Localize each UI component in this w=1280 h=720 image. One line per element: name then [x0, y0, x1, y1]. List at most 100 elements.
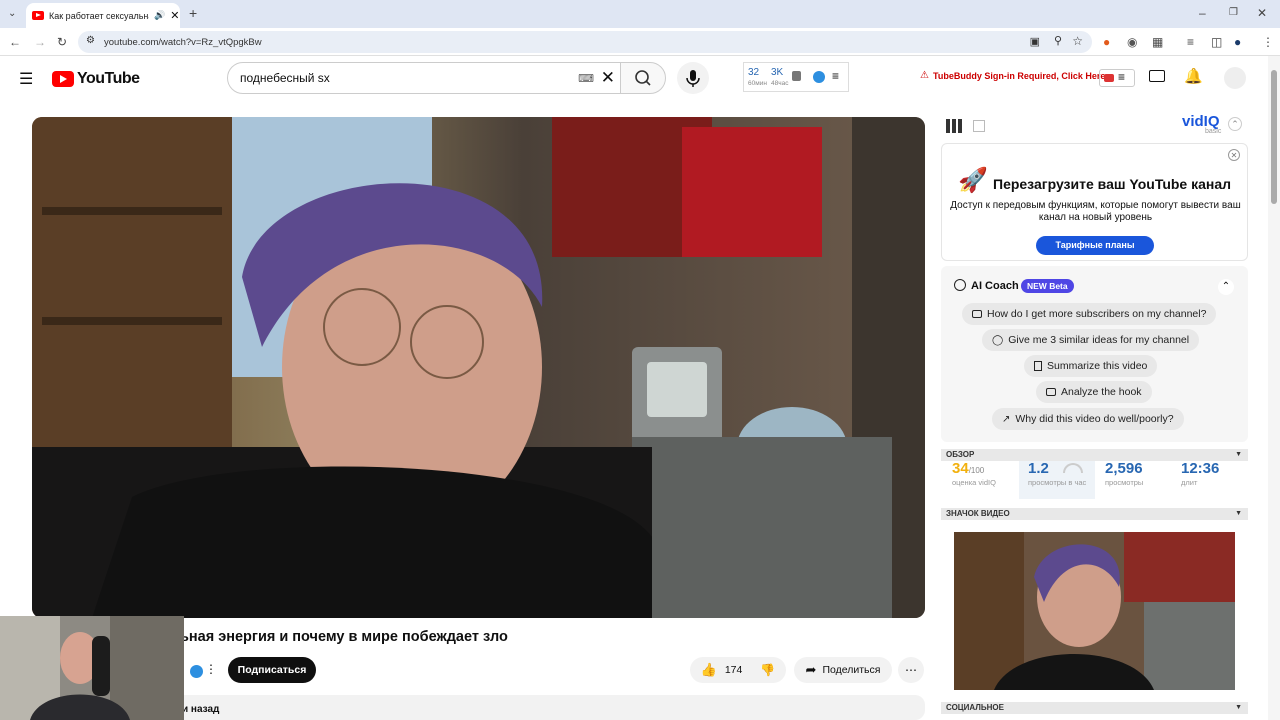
youtube-logo-text: YouTube — [77, 70, 140, 87]
extensions-puzzle-icon[interactable]: ▦ — [1152, 35, 1163, 49]
warning-icon: ⚠ — [920, 70, 929, 81]
social-section-header[interactable]: СОЦИАЛЬНОЕ ▼ — [941, 702, 1248, 714]
stats-chart-icon[interactable] — [792, 71, 801, 81]
tubebuddy-menu-button[interactable]: ≡ — [1099, 69, 1135, 87]
hamburger-menu-icon[interactable]: ☰ — [19, 69, 33, 89]
vidiq-round-icon[interactable] — [813, 71, 825, 83]
ai-question-performance[interactable]: ↗ Why did this video do well/poorly? — [992, 408, 1184, 430]
thumbnail-toggle-icon[interactable]: ▼ — [1235, 508, 1242, 520]
views-60m-value: 32 — [748, 67, 760, 78]
side-panel-icon[interactable]: ◫ — [1211, 35, 1222, 49]
window-restore-icon[interactable]: ❐ — [1229, 6, 1238, 20]
video-icon — [1046, 388, 1056, 396]
tab-title: Как работает сексуальная — [49, 10, 149, 21]
vidiq-chart-icon[interactable] — [973, 120, 985, 132]
window-minimize-icon[interactable]: – — [1199, 6, 1206, 20]
question-label: Summarize this video — [1047, 360, 1148, 372]
create-video-icon[interactable] — [1149, 70, 1165, 82]
thumbnail-header-label: ЗНАЧОК ВИДЕО — [946, 509, 1010, 518]
bookmark-star-icon[interactable]: ☆ — [1072, 34, 1083, 48]
new-tab-icon[interactable]: + — [189, 6, 197, 20]
more-actions-button[interactable]: ⋯ — [898, 657, 924, 683]
forward-arrow-icon[interactable]: → — [34, 35, 46, 49]
browser-tabbar: ⌄ Как работает сексуальная 🔊 ✕ + – ❐ ✕ — [0, 0, 1280, 28]
overview-toggle-icon[interactable]: ▼ — [1235, 449, 1242, 461]
views-label: просмотры — [1105, 478, 1144, 487]
lightbulb-icon: ◯ — [992, 334, 1004, 346]
media-controls-icon[interactable]: ≡ — [1187, 35, 1194, 49]
thumbnail-section-header[interactable]: ЗНАЧОК ВИДЕО ▼ — [941, 508, 1248, 520]
share-button[interactable]: ➦ Поделиться — [794, 657, 892, 683]
rocket-icon: 🚀 — [958, 167, 988, 194]
install-app-icon[interactable]: ▣ — [1030, 35, 1040, 48]
account-avatar[interactable] — [1224, 67, 1246, 89]
video-icon — [972, 310, 982, 318]
video-player[interactable] — [32, 117, 925, 618]
ai-coach-chat-icon — [954, 279, 966, 291]
search-button[interactable] — [620, 62, 666, 94]
notifications-bell-icon[interactable]: 🔔 — [1184, 67, 1203, 85]
extension-fire-icon[interactable]: ● — [1103, 35, 1110, 49]
vph-value: 1.2 — [1028, 460, 1049, 477]
site-info-icon[interactable]: ⚙ — [86, 35, 95, 46]
vidiq-score-value: 34 — [952, 460, 969, 477]
dislike-button[interactable]: 👎 — [760, 663, 775, 677]
youtube-favicon-icon — [32, 11, 44, 20]
keyboard-icon[interactable]: ⌨ — [578, 72, 594, 85]
question-label: Why did this video do well/poorly? — [1015, 413, 1174, 425]
browser-tab[interactable]: Как работает сексуальная 🔊 ✕ — [26, 3, 180, 28]
social-toggle-icon[interactable]: ▼ — [1235, 702, 1242, 714]
like-button[interactable]: 👍 174 — [701, 662, 743, 678]
ai-question-similar-ideas[interactable]: ◯ Give me 3 similar ideas for my channel — [982, 329, 1200, 351]
search-input[interactable]: поднебесный sx ⌨ ✕ — [227, 62, 621, 94]
channel-more-icon[interactable]: ⋮ — [205, 662, 217, 676]
vidiq-grid-icon[interactable] — [946, 119, 962, 133]
clear-search-icon[interactable]: ✕ — [601, 68, 615, 88]
chrome-menu-icon[interactable]: ⋮ — [1262, 35, 1274, 49]
webcam-frame — [0, 616, 184, 720]
address-bar[interactable]: ⚙ youtube.com/watch?v=Rz_vtQpgkBw ▣ ⚲ ☆ — [78, 31, 1092, 53]
tubebuddy-menu-icon: ≡ — [1118, 70, 1126, 84]
scrollbar-thumb[interactable] — [1271, 70, 1277, 204]
views-48h-label: 48час — [771, 80, 789, 87]
speaker-icon[interactable]: 🔊 — [154, 10, 165, 21]
overview-header-label: ОБЗОР — [946, 450, 975, 459]
channel-verified-icon — [190, 665, 203, 678]
share-arrow-icon: ➦ — [805, 662, 817, 677]
question-label: Analyze the hook — [1061, 386, 1142, 398]
subscribe-button[interactable]: Подписаться — [228, 657, 316, 683]
ai-question-summarize[interactable]: Summarize this video — [1024, 355, 1158, 377]
extension-globe-icon[interactable]: ◉ — [1127, 35, 1137, 49]
back-arrow-icon[interactable]: ← — [9, 35, 21, 49]
views-value: 2,596 — [1105, 460, 1143, 477]
ai-question-hook[interactable]: Analyze the hook — [1036, 381, 1152, 403]
vidiq-score-label: оценка vidIQ — [952, 478, 996, 487]
youtube-play-logo-icon — [52, 71, 74, 87]
tubebuddy-signin-link[interactable]: TubeBuddy Sign-in Required, Click Here — [933, 71, 1105, 81]
voice-search-button[interactable] — [677, 62, 709, 94]
vidiq-promo-card: ✕ 🚀 Перезагрузите ваш YouTube канал Дост… — [941, 143, 1248, 261]
url-text: youtube.com/watch?v=Rz_vtQpgkBw — [104, 36, 262, 48]
document-icon — [1034, 361, 1042, 371]
search-icon — [635, 70, 651, 86]
collapse-panel-icon[interactable]: ⌃ — [1228, 117, 1242, 131]
pricing-plans-button[interactable]: Тарифные планы — [1036, 236, 1154, 255]
profile-avatar-icon[interactable]: ● — [1234, 35, 1241, 49]
stats-menu-icon[interactable]: ≡ — [832, 69, 839, 83]
window-close-icon[interactable]: ✕ — [1257, 6, 1267, 20]
new-beta-badge: NEW Beta — [1021, 279, 1074, 293]
youtube-logo[interactable]: YouTube — [52, 70, 140, 88]
tab-close-icon[interactable]: ✕ — [170, 9, 179, 22]
ai-coach-collapse-icon[interactable]: ⌃ — [1218, 279, 1234, 295]
more-dots-icon: ⋯ — [905, 663, 917, 677]
reload-icon[interactable]: ↻ — [57, 35, 67, 49]
tab-list-chevron-icon[interactable]: ⌄ — [8, 7, 16, 21]
promo-close-icon[interactable]: ✕ — [1228, 149, 1240, 161]
zoom-icon[interactable]: ⚲ — [1054, 34, 1062, 47]
ai-question-subscribers[interactable]: How do I get more subscribers on my chan… — [962, 303, 1217, 325]
views-48h-value: 3K — [771, 67, 784, 78]
video-thumbnail[interactable] — [954, 532, 1235, 690]
realtime-stats-widget[interactable]: 32 60мин 3K 48час ≡ — [743, 62, 849, 92]
trend-chart-icon: ↗ — [1002, 413, 1011, 425]
video-frame — [32, 117, 925, 618]
